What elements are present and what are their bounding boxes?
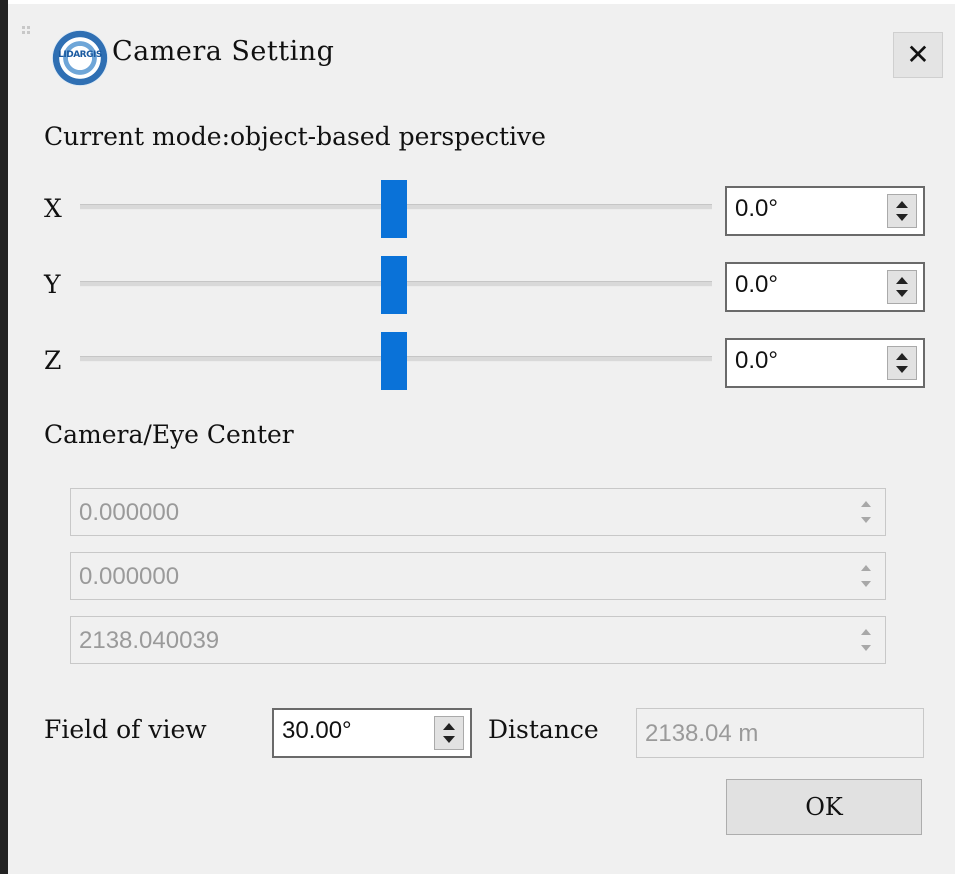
distance-field: 2138.04 m — [636, 708, 924, 758]
distance-value: 2138.04 m — [645, 720, 759, 747]
field-of-view-spinbox[interactable]: 30.00° — [272, 708, 472, 758]
rotation-x-spinbox[interactable]: 0.0° — [725, 186, 925, 236]
rotation-x-value: 0.0° — [735, 195, 778, 222]
drag-grip-icon[interactable] — [22, 26, 36, 40]
spin-arrows-icon[interactable] — [887, 270, 917, 304]
axis-label-y: Y — [44, 270, 61, 299]
spin-up-icon — [861, 565, 871, 571]
spin-down-icon — [861, 581, 871, 587]
spin-up-icon — [861, 501, 871, 507]
eye-center-x-value: 0.000000 — [79, 499, 180, 526]
eye-center-y-spinbox: 0.000000 — [70, 552, 886, 600]
rotation-y-value: 0.0° — [735, 271, 778, 298]
axis-label-z: Z — [44, 346, 62, 375]
eye-center-y-value: 0.000000 — [79, 563, 180, 590]
field-of-view-label: Field of view — [44, 715, 207, 744]
ok-button[interactable]: OK — [726, 779, 922, 835]
eye-center-z-spinbox: 2138.040039 — [70, 616, 886, 664]
rotation-y-spinbox[interactable]: 0.0° — [725, 262, 925, 312]
rotation-z-spinbox[interactable]: 0.0° — [725, 338, 925, 388]
field-of-view-value: 30.00° — [282, 717, 352, 744]
distance-label: Distance — [488, 715, 599, 744]
rotation-z-value: 0.0° — [735, 347, 778, 374]
slider-handle-y[interactable] — [381, 256, 407, 314]
slider-handle-z[interactable] — [381, 332, 407, 390]
close-button[interactable]: ✕ — [893, 32, 943, 78]
eye-center-z-value: 2138.040039 — [79, 627, 220, 654]
window-frame-left — [0, 0, 8, 874]
app-logo-text: LIDARGIS — [58, 50, 102, 60]
spin-down-icon — [861, 645, 871, 651]
spin-down-icon — [861, 517, 871, 523]
slider-handle-x[interactable] — [381, 180, 407, 238]
axis-label-x: X — [44, 194, 62, 223]
current-mode-label: Current mode:object-based perspective — [44, 122, 546, 151]
spin-arrows-icon[interactable] — [434, 716, 464, 750]
spin-arrows-icon[interactable] — [887, 346, 917, 380]
eye-center-label: Camera/Eye Center — [44, 420, 294, 449]
spin-up-icon — [861, 629, 871, 635]
window-title: Camera Setting — [112, 36, 335, 67]
spin-arrows-icon[interactable] — [887, 194, 917, 228]
eye-center-x-spinbox: 0.000000 — [70, 488, 886, 536]
